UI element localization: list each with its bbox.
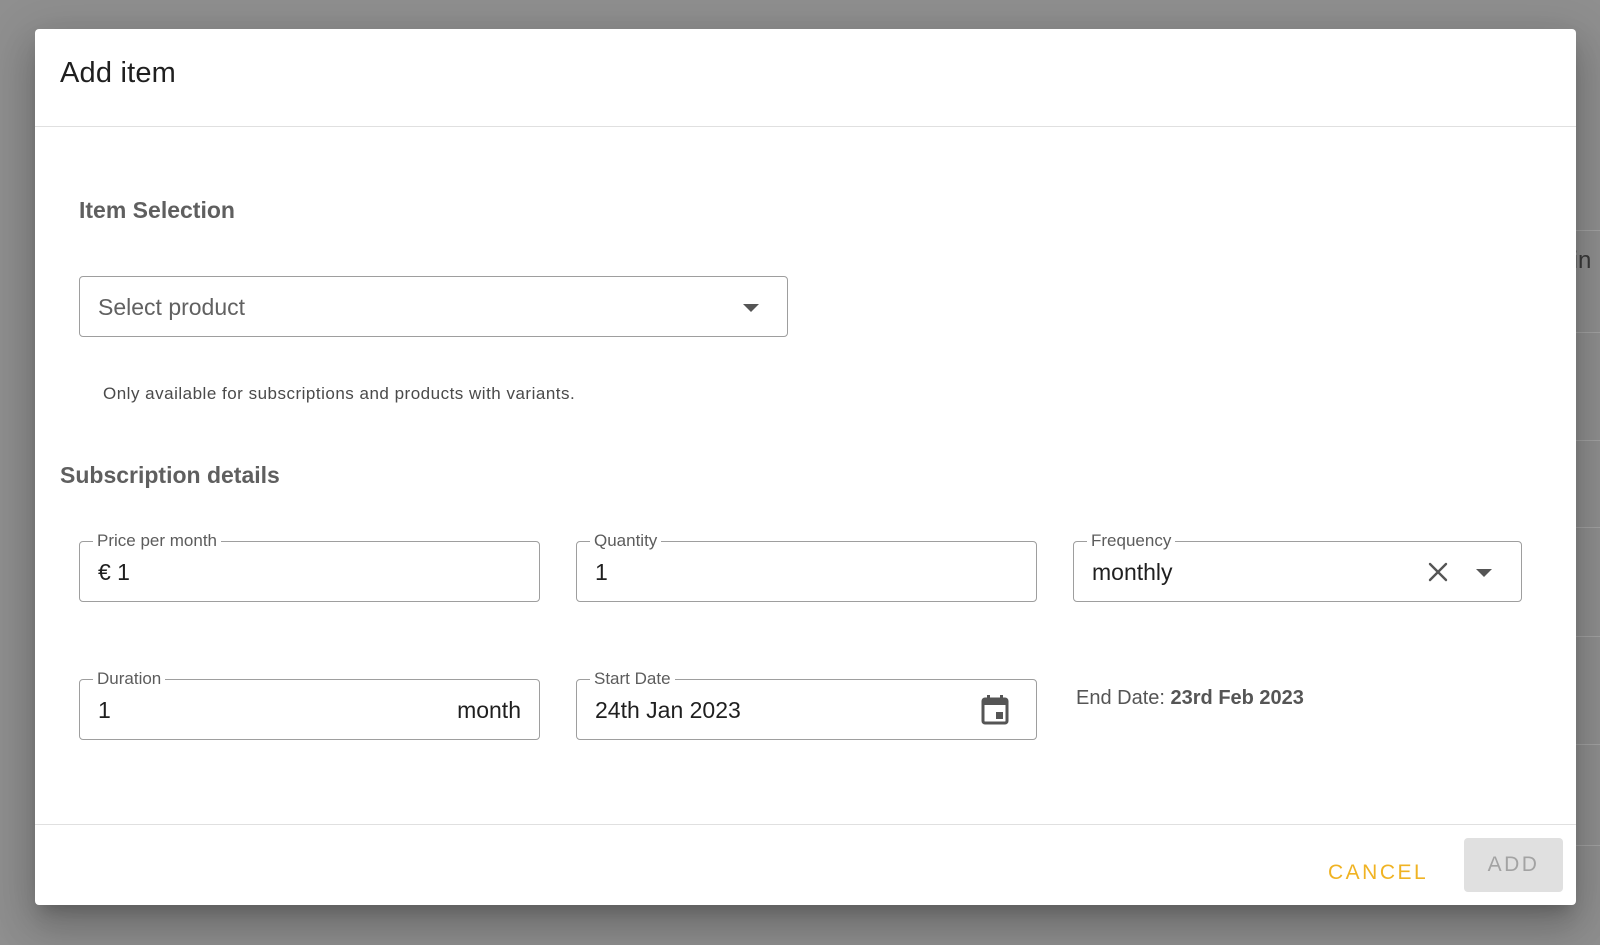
- price-per-month-label: Price per month: [93, 530, 221, 552]
- product-select[interactable]: Select product: [79, 276, 788, 337]
- end-date-display: End Date: 23rd Feb 2023: [1076, 687, 1304, 710]
- end-date-value: 23rd Feb 2023: [1170, 687, 1304, 709]
- background-divider: [1576, 230, 1600, 231]
- background-divider: [1576, 636, 1600, 637]
- header-divider: [35, 126, 1576, 127]
- frequency-select[interactable]: Frequency monthly: [1073, 530, 1522, 602]
- background-divider: [1576, 440, 1600, 441]
- background-divider: [1576, 744, 1600, 745]
- frequency-label: Frequency: [1087, 530, 1176, 552]
- background-divider: [1576, 332, 1600, 333]
- quantity-label: Quantity: [590, 530, 662, 552]
- clear-icon[interactable]: [1424, 558, 1452, 586]
- add-button[interactable]: ADD: [1464, 838, 1563, 892]
- duration-field[interactable]: Duration 1 month: [79, 668, 540, 740]
- start-date-label: Start Date: [590, 668, 675, 690]
- duration-label: Duration: [93, 668, 166, 690]
- frequency-value: monthly: [1092, 559, 1173, 585]
- background-divider: [1576, 845, 1600, 846]
- background-divider: [1576, 527, 1600, 528]
- dialog-title: Add item: [60, 57, 177, 89]
- product-select-placeholder: Select product: [98, 294, 246, 320]
- price-per-month-value: € 1: [98, 559, 130, 585]
- add-item-dialog: Add item Item Selection Select product O…: [35, 29, 1576, 905]
- subscription-details-heading: Subscription details: [60, 462, 280, 488]
- footer-divider: [35, 824, 1576, 825]
- chevron-down-icon[interactable]: [1476, 569, 1492, 577]
- start-date-value: 24th Jan 2023: [595, 697, 741, 723]
- chevron-down-icon[interactable]: [743, 304, 759, 312]
- quantity-value: 1: [595, 559, 608, 585]
- price-per-month-field[interactable]: Price per month € 1: [79, 530, 540, 602]
- quantity-field[interactable]: Quantity 1: [576, 530, 1037, 602]
- calendar-icon[interactable]: [978, 693, 1012, 727]
- item-selection-heading: Item Selection: [79, 197, 235, 223]
- duration-unit: month: [457, 697, 521, 723]
- duration-value: 1: [98, 697, 111, 723]
- end-date-label: End Date:: [1076, 687, 1165, 709]
- cancel-button[interactable]: CANCEL: [1318, 853, 1438, 893]
- start-date-field[interactable]: Start Date 24th Jan 2023: [576, 668, 1037, 740]
- product-select-hint: Only available for subscriptions and pro…: [103, 384, 576, 403]
